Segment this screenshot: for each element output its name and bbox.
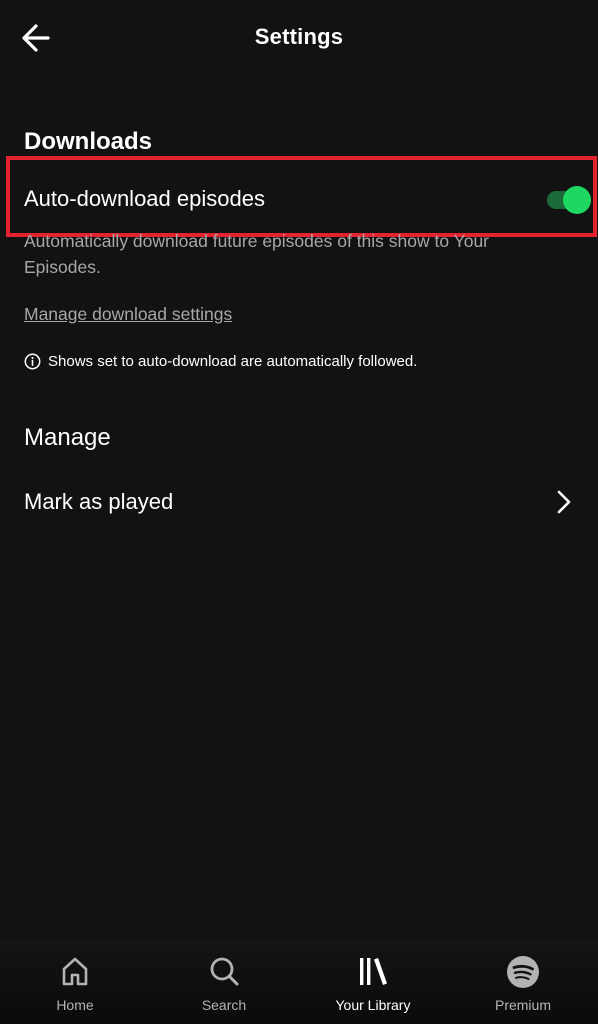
- manage-download-settings-link[interactable]: Manage download settings: [24, 304, 232, 325]
- mark-as-played-row[interactable]: Mark as played: [0, 474, 598, 530]
- toggle-knob: [563, 186, 591, 214]
- info-text: Shows set to auto-download are automatic…: [48, 352, 418, 370]
- info-icon: [24, 353, 41, 369]
- spotify-icon: [507, 956, 539, 988]
- nav-search[interactable]: Search: [164, 940, 284, 1024]
- auto-download-label: Auto-download episodes: [24, 186, 265, 211]
- nav-search-label: Search: [201, 997, 247, 1013]
- manage-section-title: Manage: [24, 424, 111, 451]
- mark-as-played-label: Mark as played: [24, 489, 174, 514]
- page-title: Settings: [254, 24, 344, 49]
- downloads-section-title: Downloads: [24, 128, 153, 155]
- bottom-nav: Home Search Your Library Premium: [0, 940, 598, 1024]
- info-note: Shows set to auto-download are automatic…: [24, 350, 417, 372]
- chevron-right-icon: [557, 490, 571, 514]
- auto-download-description: Automatically download future episodes o…: [24, 231, 490, 277]
- header: Settings: [0, 0, 598, 76]
- auto-download-toggle[interactable]: [547, 186, 593, 214]
- nav-home[interactable]: Home: [15, 940, 135, 1024]
- nav-your-library[interactable]: Your Library: [313, 940, 433, 1024]
- library-icon: [360, 958, 387, 985]
- nav-premium[interactable]: Premium: [463, 940, 583, 1024]
- nav-your-library-label: Your Library: [335, 997, 411, 1013]
- settings-screen: Settings Downloads Auto-download episode…: [0, 0, 598, 1024]
- nav-premium-label: Premium: [494, 997, 551, 1013]
- nav-home-label: Home: [56, 997, 94, 1013]
- home-icon: [62, 957, 88, 986]
- search-icon: [210, 957, 239, 986]
